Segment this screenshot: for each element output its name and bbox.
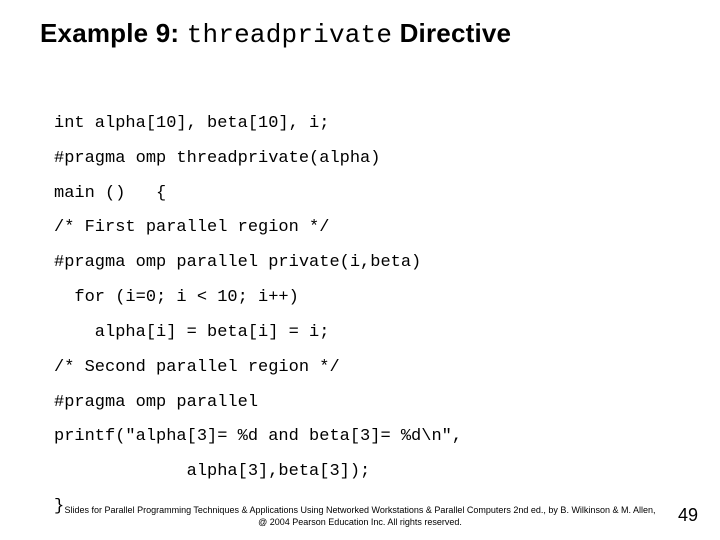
code-block: int alpha[10], beta[10], i; #pragma omp … bbox=[0, 56, 720, 525]
title-suffix: Directive bbox=[392, 18, 511, 48]
code-line: main () { bbox=[54, 184, 166, 203]
title-prefix: Example 9: bbox=[40, 18, 187, 48]
footer-line2: @ 2004 Pearson Education Inc. All rights… bbox=[40, 516, 680, 528]
page-number: 49 bbox=[678, 505, 698, 526]
code-line: printf("alpha[3]= %d and beta[3]= %d\n", bbox=[54, 427, 462, 446]
code-line: /* Second parallel region */ bbox=[54, 358, 340, 377]
code-line: /* First parallel region */ bbox=[54, 218, 329, 237]
slide: Example 9: threadprivate Directive int a… bbox=[0, 0, 720, 540]
footer-citation: Slides for Parallel Programming Techniqu… bbox=[0, 504, 720, 528]
code-line: #pragma omp threadprivate(alpha) bbox=[54, 149, 380, 168]
code-line: alpha[3],beta[3]); bbox=[54, 462, 370, 481]
code-line: #pragma omp parallel bbox=[54, 393, 258, 412]
code-line: int alpha[10], beta[10], i; bbox=[54, 114, 329, 133]
slide-title: Example 9: threadprivate Directive bbox=[0, 0, 720, 56]
code-line: for (i=0; i < 10; i++) bbox=[54, 288, 299, 307]
code-line: alpha[i] = beta[i] = i; bbox=[54, 323, 329, 342]
title-mono: threadprivate bbox=[187, 20, 392, 50]
footer-line1: Slides for Parallel Programming Techniqu… bbox=[40, 504, 680, 516]
code-line: #pragma omp parallel private(i,beta) bbox=[54, 253, 421, 272]
